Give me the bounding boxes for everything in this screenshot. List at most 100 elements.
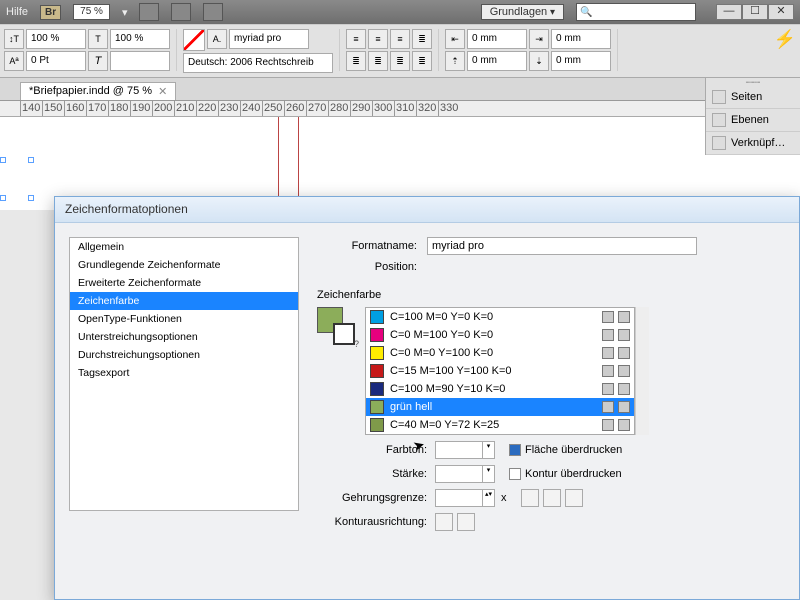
panel-item-pages[interactable]: Seiten [706,86,800,109]
stroke-align-center-icon[interactable] [435,513,453,531]
join-miter-icon[interactable] [521,489,539,507]
formatname-input[interactable] [427,237,697,255]
miter-field[interactable]: ▴▾ [435,489,495,507]
section-title: Zeichenfarbe [317,289,785,301]
ruler-tick: 330 [438,101,460,116]
justify-all-icon[interactable]: ≣ [390,51,410,71]
vertical-scale-field[interactable]: 100 % [110,29,170,49]
category-item[interactable]: Allgemein [70,238,298,256]
selection-handle[interactable] [0,157,6,163]
weight-field[interactable]: ▾ [435,465,495,483]
justify-center-icon[interactable]: ≣ [346,51,366,71]
baseline-shift-field[interactable]: 0 Pt [26,51,86,71]
category-item[interactable]: Tagsexport [70,364,298,382]
workspace-switcher[interactable]: Grundlagen ▾ [481,4,564,20]
align-towards-spine-icon[interactable]: ≣ [412,51,432,71]
proxy-unknown-icon: ? [354,339,359,349]
fill-stroke-proxy[interactable]: ? [317,307,355,345]
menu-bar: Hilfe Br 75 % ▾ Grundlagen ▾ — ☐ ✕ [0,0,800,24]
category-item[interactable]: OpenType-Funktionen [70,310,298,328]
panel-label: Ebenen [731,114,769,126]
tab-close-icon[interactable]: ✕ [158,85,167,98]
miter-label: Gehrungsgrenze: [317,492,435,504]
char-style-field[interactable]: myriad pro [229,29,309,49]
category-list[interactable]: AllgemeinGrundlegende ZeichenformateErwe… [69,237,299,511]
swatch-name: C=40 M=0 Y=72 K=25 [390,419,499,431]
overprint-stroke-checkbox[interactable] [509,468,521,480]
panel-item-links[interactable]: Verknüpf… [706,132,800,155]
inset-left-field[interactable]: 0 mm [467,29,527,49]
ruler-tick: 140 [20,101,42,116]
panel-dock: ┉┉┉ Seiten Ebenen Verknüpf… [705,78,800,155]
window-maximize-button[interactable]: ☐ [742,4,768,20]
category-item[interactable]: Durchstreichungsoptionen [70,346,298,364]
swatch-row[interactable]: C=0 M=0 Y=100 K=0 [366,344,634,362]
language-field[interactable]: Deutsch: 2006 Rechtschreib [183,53,333,73]
swatch-type-icon [602,347,614,359]
category-item[interactable]: Unterstreichungsoptionen [70,328,298,346]
inset-bottom-field[interactable]: 0 mm [551,51,611,71]
tint-field[interactable]: ▾ [435,441,495,459]
swatch-row[interactable]: C=100 M=0 Y=0 K=0 [366,308,634,326]
ruler-tick: 180 [108,101,130,116]
category-item[interactable]: Grundlegende Zeichenformate [70,256,298,274]
swatch-type-icon [602,365,614,377]
join-bevel-icon[interactable] [565,489,583,507]
selection-handle[interactable] [28,195,34,201]
search-field[interactable] [576,3,696,21]
swatch-list[interactable]: C=100 M=0 Y=0 K=0C=0 M=100 Y=0 K=0C=0 M=… [365,307,635,435]
swatch-row[interactable]: C=15 M=100 Y=100 K=0 [366,362,634,380]
stroke-align-inside-icon[interactable] [457,513,475,531]
ruler-tick: 210 [174,101,196,116]
miter-x-label: x [501,492,507,504]
document-tab[interactable]: *Briefpapier.indd @ 75 % ✕ [20,82,176,100]
panel-grip-icon[interactable]: ┉┉┉ [706,78,800,86]
zoom-dropdown-icon[interactable]: ▾ [122,6,128,19]
view-options-icon[interactable] [139,3,159,21]
ruler-tick: 190 [130,101,152,116]
swatch-name: C=15 M=100 Y=100 K=0 [390,365,512,377]
join-round-icon[interactable] [543,489,561,507]
fill-swatch-none[interactable] [183,29,205,51]
align-center-icon[interactable]: ≡ [368,29,388,49]
stroke-proxy-icon[interactable] [333,323,355,345]
justify-left-icon[interactable]: ≣ [412,29,432,49]
overprint-fill-checkbox[interactable] [509,444,521,456]
ruler-tick: 150 [42,101,64,116]
swatch-row[interactable]: grün hell [366,398,634,416]
swatch-chip-icon [370,346,384,360]
swatch-row[interactable]: C=0 M=100 Y=0 K=0 [366,326,634,344]
menu-help[interactable]: Hilfe [6,6,28,18]
justify-right-icon[interactable]: ≣ [368,51,388,71]
selection-handle[interactable] [0,195,6,201]
ruler-tick: 220 [196,101,218,116]
category-item[interactable]: Zeichenfarbe [70,292,298,310]
window-close-button[interactable]: ✕ [768,4,794,20]
panel-item-layers[interactable]: Ebenen [706,109,800,132]
swatch-scrollbar[interactable] [635,307,649,435]
ruler-tick: 290 [350,101,372,116]
category-item[interactable]: Erweiterte Zeichenformate [70,274,298,292]
window-minimize-button[interactable]: — [716,4,742,20]
ruler-tick: 310 [394,101,416,116]
inset-right-field[interactable]: 0 mm [551,29,611,49]
swatch-mode-icon [618,329,630,341]
swatch-row[interactable]: C=40 M=0 Y=72 K=25 [366,416,634,434]
ruler-tick: 250 [262,101,284,116]
selection-handle[interactable] [28,157,34,163]
skew-field[interactable] [110,51,170,71]
inset-top-field[interactable]: 0 mm [467,51,527,71]
control-toolbar: ↕T 100 % T 100 % Aª 0 Pt T A. myriad pro… [0,24,800,78]
align-right-icon[interactable]: ≡ [390,29,410,49]
bridge-button[interactable]: Br [40,5,61,20]
swatch-row[interactable]: C=100 M=90 Y=10 K=0 [366,380,634,398]
screen-mode-icon[interactable] [171,3,191,21]
zoom-level-field[interactable]: 75 % [73,4,110,20]
vertical-scale-icon: T [88,29,108,49]
swatch-mode-icon [618,365,630,377]
arrange-docs-icon[interactable] [203,3,223,21]
quick-apply-icon[interactable]: ⚡ [774,29,796,50]
ruler-tick: 200 [152,101,174,116]
align-left-icon[interactable]: ≡ [346,29,366,49]
horizontal-scale-field[interactable]: 100 % [26,29,86,49]
